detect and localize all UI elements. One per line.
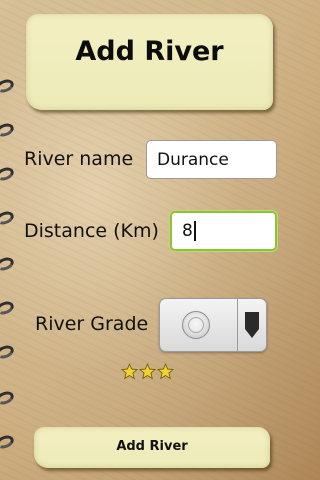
add-river-button[interactable]: Add River [34, 427, 270, 468]
add-river-button-label: Add River [116, 439, 188, 454]
river-name-label: River name [24, 148, 134, 170]
page-title: Add River [75, 36, 224, 67]
distance-value: 8 [182, 221, 193, 241]
star-icon [121, 363, 138, 380]
river-name-input[interactable]: Durance [146, 140, 277, 179]
river-grade-spinner[interactable] [159, 298, 267, 352]
river-name-value: Durance [157, 149, 229, 170]
river-grade-label: River Grade [35, 313, 149, 335]
star-icon [139, 363, 156, 380]
grade-stars [121, 363, 175, 380]
dropdown-arrow-icon [245, 312, 259, 338]
radio-button-icon [182, 311, 210, 339]
distance-label: Distance (Km) [24, 220, 159, 242]
star-icon [157, 363, 174, 380]
text-cursor [193, 221, 196, 241]
distance-input[interactable]: 8 [170, 211, 277, 251]
title-card: Add River [26, 14, 273, 110]
